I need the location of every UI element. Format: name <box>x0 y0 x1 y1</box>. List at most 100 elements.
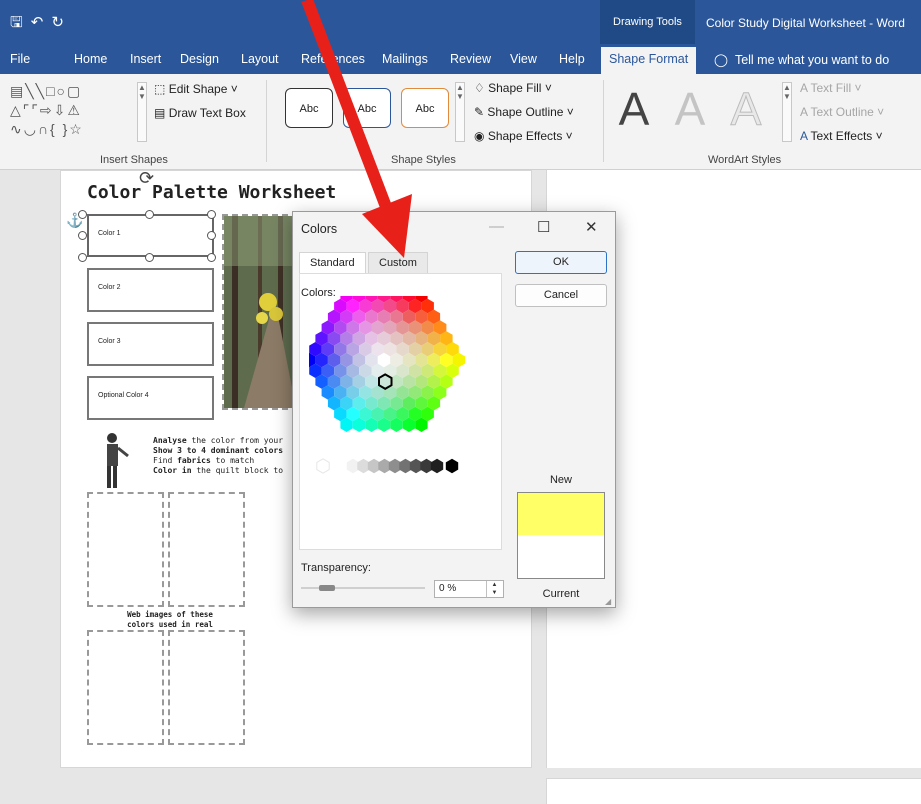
tab-review[interactable]: Review <box>450 52 491 66</box>
colors-dialog: Colors — ☐ ✕ Standard Custom Colors: OK … <box>292 211 616 608</box>
rotate-handle-icon[interactable]: ⟳ <box>139 168 154 189</box>
tab-references[interactable]: References <box>301 52 365 66</box>
undo-icon[interactable]: ↶ <box>31 14 52 31</box>
transparency-slider[interactable] <box>301 579 425 597</box>
person-figure-icon <box>100 432 130 490</box>
selection-handle[interactable] <box>145 210 154 219</box>
resize-grip-icon[interactable]: ◢ <box>605 597 611 606</box>
text-outline-button[interactable]: A Text Outline ˅ <box>800 105 884 119</box>
cancel-button[interactable]: Cancel <box>515 284 607 307</box>
grey-cell[interactable] <box>430 458 444 474</box>
wordart-scroll[interactable]: ▲ ▼ <box>782 82 792 142</box>
image-placeholder[interactable] <box>87 630 164 745</box>
image-placeholder[interactable] <box>87 492 164 607</box>
shape-effects-button[interactable]: ◉ Shape Effects ˅ <box>474 129 573 143</box>
tab-design[interactable]: Design <box>180 52 219 66</box>
wordart-style-2[interactable]: A <box>664 80 716 138</box>
shapes-gallery-scroll[interactable]: ▲ ▼ <box>137 82 147 142</box>
color-box-3[interactable]: Color 3 <box>87 322 214 366</box>
selection-handle[interactable] <box>207 231 216 240</box>
color-honeycomb[interactable] <box>309 296 489 476</box>
new-color-label: New <box>549 474 572 486</box>
tab-layout[interactable]: Layout <box>241 52 279 66</box>
selection-handle[interactable] <box>145 253 154 262</box>
tab-custom[interactable]: Custom <box>368 252 428 274</box>
selection-handle[interactable] <box>207 253 216 262</box>
transparency-spinner[interactable]: ▲ ▼ <box>486 581 502 597</box>
anchor-icon: ⚓ <box>66 212 84 228</box>
text-fill-label: Text Fill <box>810 81 852 95</box>
drawing-tools-label: Drawing Tools <box>600 0 695 44</box>
text-effects-button[interactable]: A Text Effects ˅ <box>800 129 883 143</box>
tab-home[interactable]: Home <box>74 52 107 66</box>
draw-text-box-label: Draw Text Box <box>168 106 246 120</box>
tab-shape-format[interactable]: Shape Format <box>601 47 697 74</box>
shapes-gallery[interactable]: ▤╲╲□○▢ △⌜⌜⇨⇩⚠ ∿◡∩{ }☆ <box>10 82 84 139</box>
shape-fill-button[interactable]: ♢ Shape Fill ˅ <box>474 81 552 95</box>
color-box-1[interactable]: Color 1 <box>87 214 214 257</box>
image-placeholder[interactable] <box>168 492 245 607</box>
tab-mailings[interactable]: Mailings <box>382 52 428 66</box>
current-color-swatch <box>517 535 605 579</box>
color-box-2[interactable]: Color 2 <box>87 268 214 312</box>
tab-file[interactable]: File <box>10 52 30 66</box>
black-cell[interactable] <box>445 458 459 474</box>
new-color-swatch <box>517 492 605 535</box>
wordart-style-1[interactable]: A <box>608 80 660 138</box>
white-cell[interactable] <box>316 458 330 474</box>
instruction-rest: the quilt block to <box>191 466 284 475</box>
selection-handle[interactable] <box>78 231 87 240</box>
instructions-text[interactable]: Analyse the color from your Show 3 to 4 d… <box>153 436 283 476</box>
selection-handle[interactable] <box>207 210 216 219</box>
text-outline-label: Text Outline <box>810 105 874 119</box>
maximize-icon[interactable]: ☐ <box>537 218 550 236</box>
text-effects-label: Text Effects <box>810 129 873 143</box>
text-fill-button[interactable]: A Text Fill ˅ <box>800 81 861 95</box>
minimize-icon: — <box>489 218 504 235</box>
tab-help[interactable]: Help <box>559 52 585 66</box>
instruction-bold: Show 3 to 4 dominant colors <box>153 446 284 455</box>
shape-style-3[interactable]: Abc <box>401 88 449 128</box>
redo-icon[interactable]: ↻ <box>51 14 72 31</box>
tab-insert[interactable]: Insert <box>130 52 161 66</box>
edit-shape-icon: ⬚ <box>154 82 166 96</box>
pen-icon: ✎ <box>474 105 485 119</box>
wordart-styles-label: WordArt Styles <box>708 154 782 166</box>
draw-text-box-button[interactable]: ▤ Draw Text Box <box>154 106 246 120</box>
shape-fill-label: Shape Fill <box>488 81 542 95</box>
close-icon[interactable]: ✕ <box>585 218 598 236</box>
worksheet-title[interactable]: Color Palette Worksheet <box>87 182 336 203</box>
shape-outline-button[interactable]: ✎ Shape Outline ˅ <box>474 105 574 119</box>
text-fill-icon: A <box>800 81 808 95</box>
text-effects-icon: A <box>800 129 808 143</box>
wordart-style-3[interactable]: A <box>720 80 772 138</box>
shape-style-2[interactable]: Abc <box>343 88 391 128</box>
document-page-3[interactable] <box>546 778 921 804</box>
tab-standard[interactable]: Standard <box>299 252 366 274</box>
tell-me-box[interactable]: ◯ Tell me what you want to do <box>714 52 889 67</box>
shape-outline-label: Shape Outline <box>487 105 564 119</box>
caption-line: Web images of these <box>127 610 213 619</box>
caption-line: colors used in real <box>127 620 213 629</box>
effects-icon: ◉ <box>474 129 485 143</box>
image-placeholder[interactable] <box>168 630 245 745</box>
ribbon: ▤╲╲□○▢ △⌜⌜⇨⇩⚠ ∿◡∩{ }☆ ▲ ▼ ⬚ Edit Shape ˅ ▤ … <box>0 74 921 170</box>
save-icon[interactable]: 🖫 <box>10 14 31 31</box>
spin-down-icon[interactable]: ▼ <box>487 589 502 597</box>
slider-thumb[interactable] <box>319 585 335 591</box>
ok-button[interactable]: OK <box>515 251 607 274</box>
selection-handle[interactable] <box>78 253 87 262</box>
photo-frame[interactable] <box>222 214 298 410</box>
spin-up-icon[interactable]: ▲ <box>487 581 502 589</box>
instruction-bold: Analyse <box>153 436 187 445</box>
instruction-rest: the color from your <box>186 436 284 445</box>
tab-view[interactable]: View <box>510 52 537 66</box>
shape-styles-scroll[interactable]: ▲ ▼ <box>455 82 465 142</box>
instruction-line-3: Find fabrics to match <box>153 456 283 466</box>
edit-shape-button[interactable]: ⬚ Edit Shape ˅ <box>154 82 238 96</box>
color-box-4[interactable]: Optional Color 4 <box>87 376 214 420</box>
instruction-line-2: Show 3 to 4 dominant colors <box>153 446 283 456</box>
shape-styles-label: Shape Styles <box>391 154 456 166</box>
shape-style-1[interactable]: Abc <box>285 88 333 128</box>
dialog-title: Colors <box>301 222 338 236</box>
